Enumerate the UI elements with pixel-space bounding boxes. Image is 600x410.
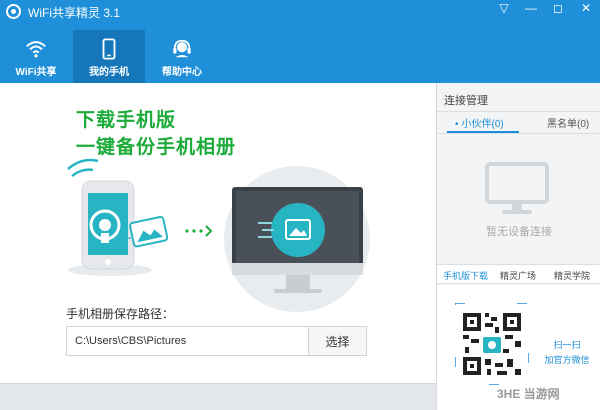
nav-tab-label: WiFi共享 bbox=[15, 67, 57, 78]
menu-button[interactable]: ▽ bbox=[492, 0, 516, 18]
main-panel: 下载手机版 一键备份手机相册 手机相册保存路径： C:\Users\CBS\Pi… bbox=[0, 83, 436, 383]
close-button[interactable]: ✕ bbox=[573, 0, 599, 18]
monitor-placeholder-icon bbox=[485, 162, 549, 214]
nav-tab-wifi-share[interactable]: WiFi共享 bbox=[0, 30, 72, 83]
wifi-signal-icon bbox=[67, 158, 99, 177]
phone-illustration bbox=[81, 180, 135, 270]
empty-state-text: 暂无设备连接 bbox=[486, 226, 552, 238]
scan-hint-line2: 加官方微信 bbox=[544, 355, 590, 365]
tab-academy[interactable]: 精灵学院 bbox=[554, 269, 590, 282]
minimize-button[interactable]: — bbox=[519, 0, 543, 18]
nav-tab-label: 我的手机 bbox=[89, 67, 129, 78]
title-bar: WiFi共享精灵 3.1 ▽ — ◻ ✕ WiFi共享 我的手机 帮助中心 bbox=[0, 0, 600, 83]
app-title: WiFi共享精灵 3.1 bbox=[28, 6, 121, 20]
nav-tab-label: 帮助中心 bbox=[162, 67, 202, 78]
transfer-arrow-icon bbox=[185, 225, 213, 237]
site-watermark: 3HE 当游网 bbox=[497, 387, 560, 401]
maximize-button[interactable]: ◻ bbox=[546, 0, 570, 18]
window-titlebar: WiFi共享精灵 3.1 ▽ — ◻ ✕ bbox=[0, 0, 600, 24]
headset-icon bbox=[173, 39, 191, 58]
nav-tab-my-phone[interactable]: 我的手机 bbox=[73, 30, 145, 83]
sidebar-title: 连接管理 bbox=[444, 95, 488, 107]
tab-partners[interactable]: 小伙伴(0) bbox=[455, 115, 504, 130]
tab-plaza[interactable]: 精灵广场 bbox=[500, 269, 536, 282]
connection-sidebar: 连接管理 小伙伴(0) 黑名单(0) 暂无设备连接 手机版下载 精灵广场 精灵学… bbox=[436, 83, 600, 410]
scan-hint: 扫一扫 加官方微信 bbox=[535, 338, 599, 368]
scan-hint-line1: 扫一扫 bbox=[553, 340, 581, 350]
divider bbox=[437, 133, 600, 134]
download-tabs: 手机版下载 精灵广场 精灵学院 bbox=[437, 264, 600, 284]
divider bbox=[437, 111, 600, 112]
promo-headline: 下载手机版 bbox=[76, 110, 177, 131]
save-path-label: 手机相册保存路径： bbox=[66, 307, 175, 321]
wifi-icon bbox=[26, 41, 46, 58]
status-footer bbox=[0, 383, 436, 410]
save-path-input[interactable] bbox=[66, 326, 309, 356]
qr-code-icon bbox=[455, 303, 529, 385]
app-logo-icon bbox=[6, 4, 21, 19]
nav-tab-help-center[interactable]: 帮助中心 bbox=[146, 30, 218, 83]
tab-mobile-download[interactable]: 手机版下载 bbox=[443, 269, 488, 282]
phone-icon bbox=[102, 38, 116, 60]
tab-blacklist[interactable]: 黑名单(0) bbox=[547, 115, 589, 130]
choose-folder-button[interactable]: 选择 bbox=[308, 326, 367, 356]
